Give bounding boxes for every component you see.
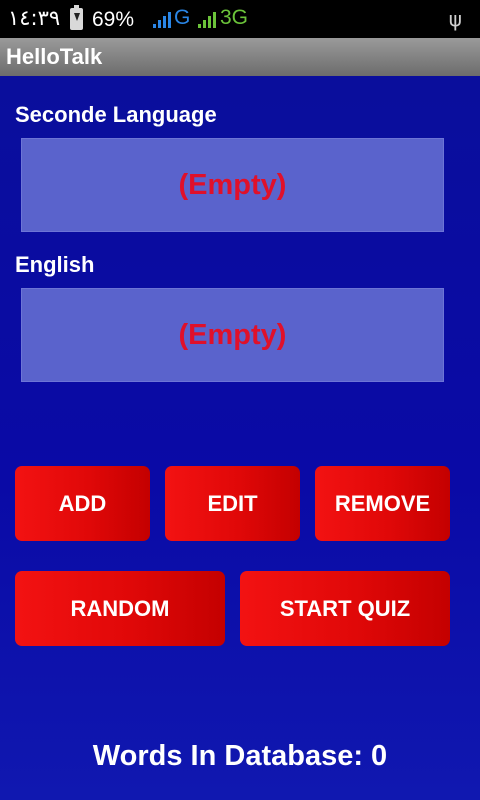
- second-language-value: (Empty): [178, 168, 287, 201]
- app-screen: ١٤:٣٩ 69% G 3G ψ HelloTalk Seconde Langu…: [0, 0, 480, 800]
- english-label: English: [15, 252, 95, 277]
- status-bar: ١٤:٣٩ 69% G 3G ψ: [0, 0, 480, 38]
- app-title: HelloTalk: [6, 44, 103, 69]
- status-time: ١٤:٣٩: [8, 6, 61, 30]
- network-type-2: 3G: [220, 6, 249, 29]
- remove-button[interactable]: REMOVE: [315, 466, 450, 541]
- add-button[interactable]: ADD: [15, 466, 150, 541]
- network-type-1: G: [174, 6, 191, 29]
- signal-icon: [198, 10, 218, 28]
- signal-icon: [153, 10, 173, 28]
- second-language-field[interactable]: (Empty): [21, 138, 444, 232]
- english-value: (Empty): [178, 318, 287, 351]
- random-button[interactable]: RANDOM: [15, 571, 225, 646]
- second-language-label: Seconde Language: [15, 102, 217, 127]
- battery-percent: 69%: [92, 8, 135, 31]
- app-title-bar: HelloTalk: [0, 38, 480, 76]
- battery-charging-icon: [70, 5, 83, 30]
- edit-button[interactable]: EDIT: [165, 466, 300, 541]
- english-field[interactable]: (Empty): [21, 288, 444, 382]
- start-quiz-button[interactable]: START QUIZ: [240, 571, 450, 646]
- usb-icon: ψ: [448, 7, 462, 31]
- words-in-database-count: Words In Database: 0: [92, 740, 388, 772]
